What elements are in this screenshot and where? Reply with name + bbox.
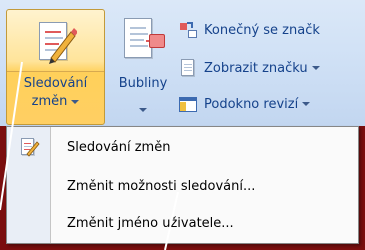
annotation-line-bottom	[164, 191, 179, 250]
annotation-line-left	[0, 61, 23, 211]
annotation-lines	[0, 61, 179, 250]
